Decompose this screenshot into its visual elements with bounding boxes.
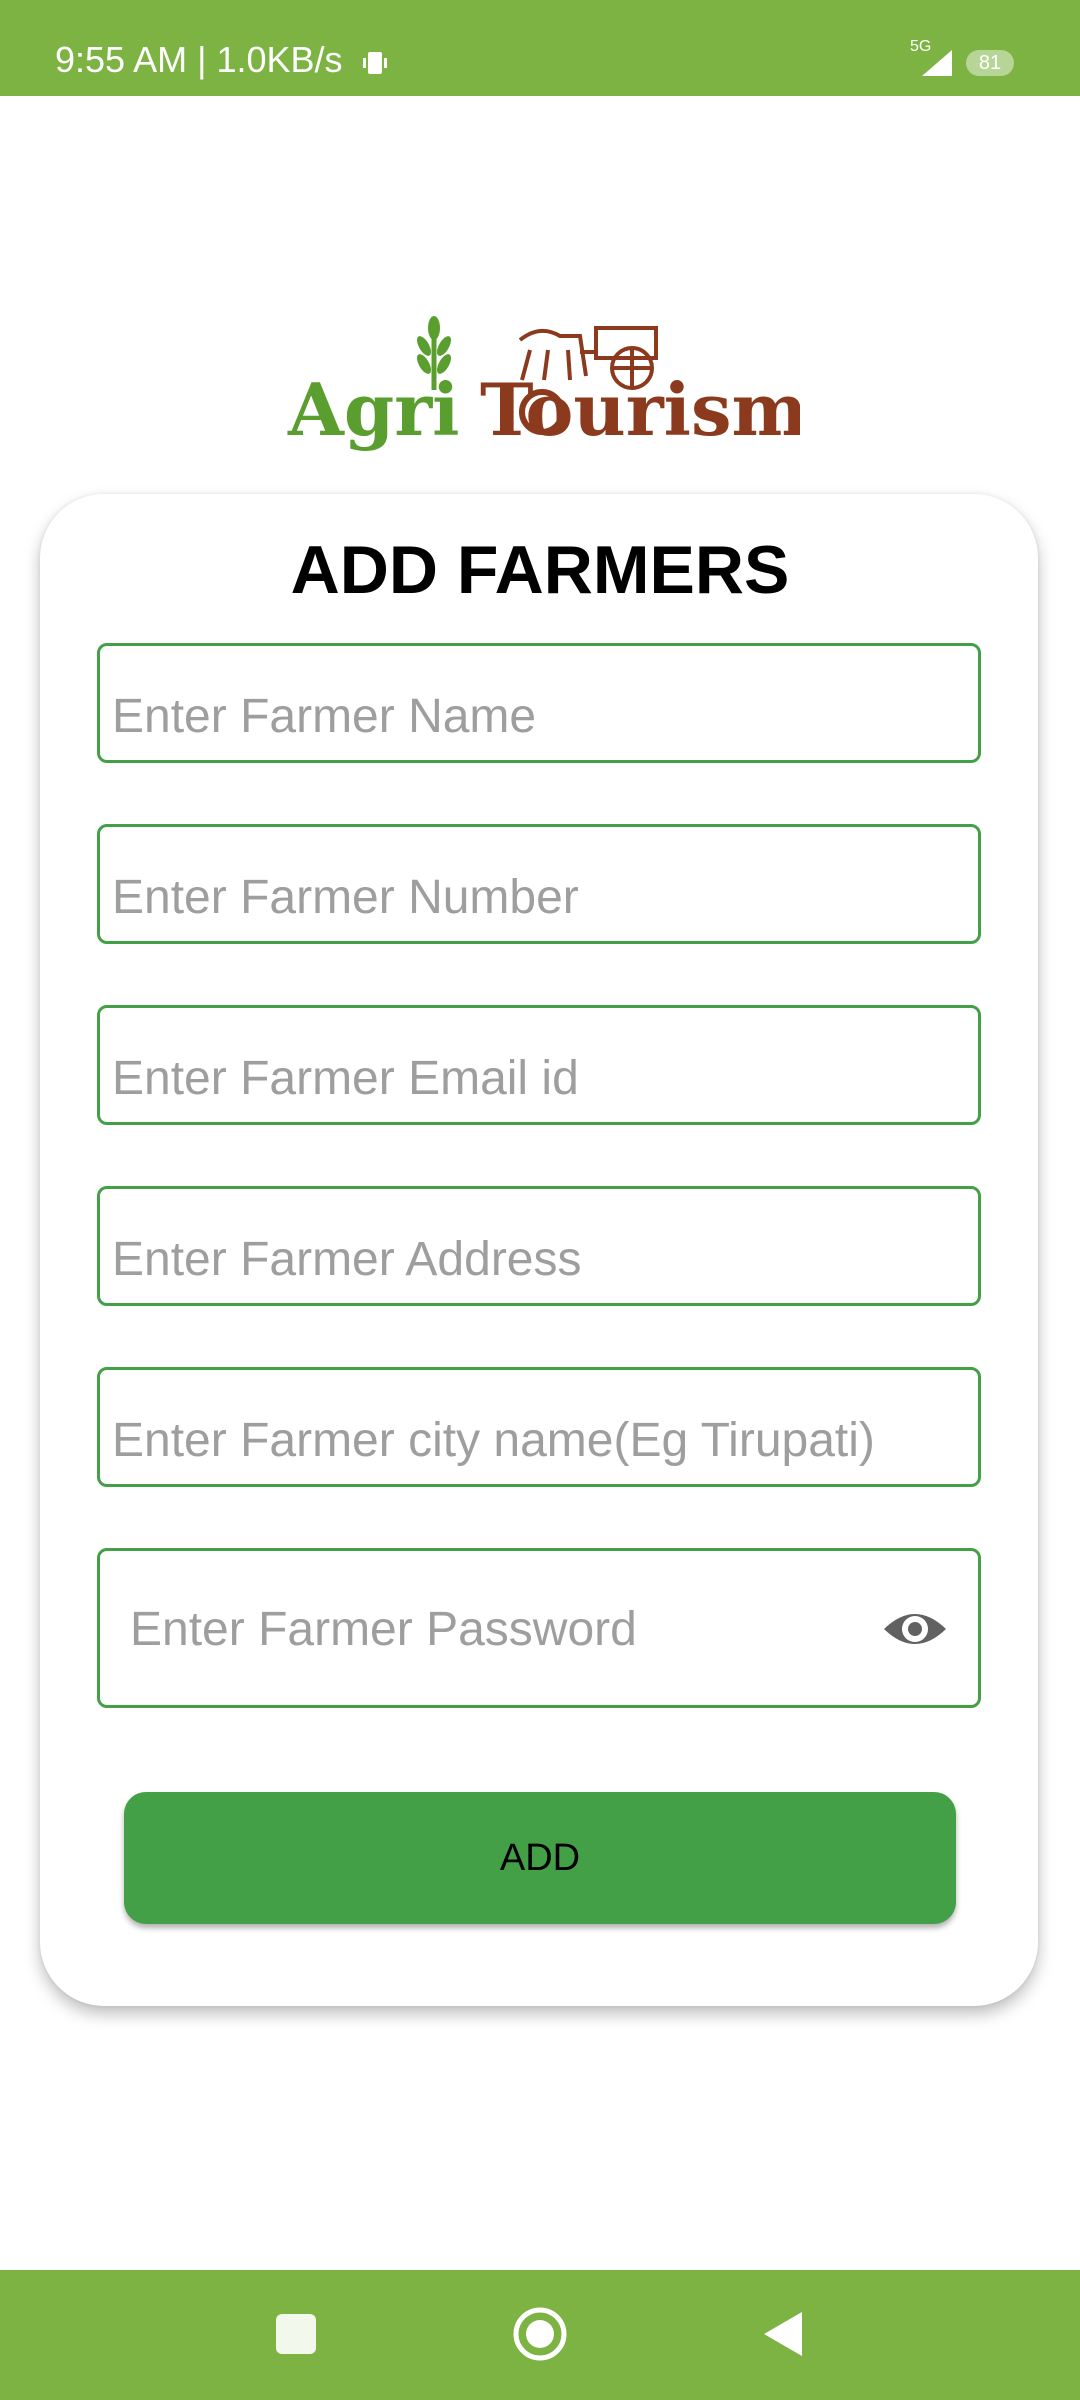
farmer-password-field [97,1548,981,1708]
farmer-name-field [97,643,981,763]
farmer-address-field [97,1186,981,1306]
add-button[interactable]: ADD [124,1792,956,1924]
nav-recents-icon[interactable] [276,2314,316,2354]
farmer-name-input[interactable] [112,686,952,746]
vibrate-icon [363,52,387,74]
status-time: 9:55 AM | 1.0KB/s [55,39,343,80]
svg-text:Agri: Agri [287,367,460,452]
signal-icon [922,50,952,76]
agri-tourism-logo: Agri Tourism [287,316,800,452]
battery-indicator: 81 [966,50,1014,76]
farmer-number-field [97,824,981,944]
farmer-city-field [97,1367,981,1487]
farmer-address-input[interactable] [112,1229,952,1289]
farmer-email-input[interactable] [112,1048,952,1108]
farmer-city-input[interactable] [112,1410,952,1470]
status-bar: 9:55 AM | 1.0KB/s 5G 81 [0,0,1080,96]
farmer-email-field [97,1005,981,1125]
page-title: ADD FARMERS [290,532,790,608]
farmer-number-input[interactable] [112,867,952,927]
svg-text:Tourism: Tourism [480,367,800,452]
nav-home-icon[interactable] [512,2306,568,2362]
nav-back-icon[interactable] [760,2310,806,2358]
visibility-toggle-icon[interactable] [882,1599,948,1659]
farmer-password-input[interactable] [130,1599,850,1659]
